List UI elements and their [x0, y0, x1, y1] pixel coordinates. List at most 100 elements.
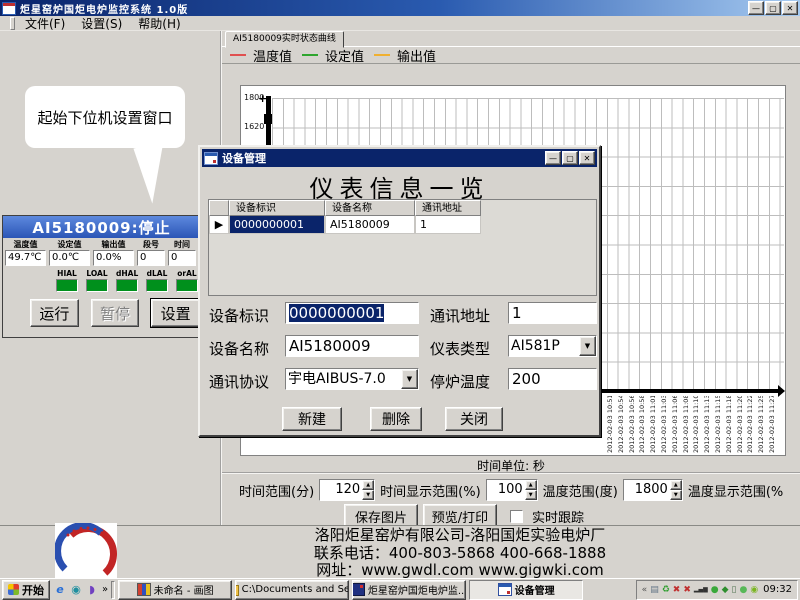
shield-icon[interactable]: ◆ [722, 585, 729, 595]
run-button[interactable]: 运行 [30, 299, 79, 327]
x-tick-label: 2012-02-03 11:18:00 [724, 396, 736, 453]
new-button[interactable]: 新建 [282, 407, 342, 431]
company-logo [55, 523, 117, 579]
footer-text: 洛阳炬星窑炉有限公司-洛阳国炬实验电炉厂 联系电话：400-803-5868 4… [140, 527, 780, 580]
protocol-value: 宇电AIBUS-7.0 [286, 369, 401, 389]
spinner-0[interactable]: 120▲▼ [319, 479, 375, 501]
network-error-2-icon[interactable]: ✖ [683, 585, 691, 595]
spin-down-icon[interactable]: ▼ [525, 490, 537, 500]
start-button[interactable]: 开始 [2, 580, 50, 600]
delete-button[interactable]: 删除 [370, 407, 422, 431]
alarm-label: orAL [176, 269, 198, 278]
media-player-icon[interactable]: ◉ [69, 583, 83, 597]
chevron-down-icon[interactable]: ▼ [579, 336, 596, 356]
realtime-track-label: 实时跟踪 [532, 507, 584, 526]
legend-label: 设定值 [325, 46, 364, 65]
comm-address-field[interactable]: 1 [508, 302, 597, 324]
tab-realtime-curve[interactable]: AI5180009实时状态曲线 [225, 31, 344, 48]
minimize-icon[interactable]: — [748, 1, 764, 15]
spin-up-icon[interactable]: ▲ [362, 480, 374, 490]
alarm-orAL: orAL [176, 269, 198, 292]
messenger-green-icon[interactable]: ● [739, 585, 747, 595]
ie-icon[interactable]: e [53, 583, 67, 597]
alarm-indicator [56, 279, 78, 292]
dialog-minimize-icon[interactable]: — [545, 151, 561, 165]
stop-temp-field[interactable]: 200 [508, 368, 597, 390]
legend-label: 温度值 [253, 46, 292, 65]
footer-website: 网址：www.gwdl.com www.gigwki.com [140, 562, 780, 580]
chevron-down-icon[interactable]: ▼ [401, 369, 418, 389]
menu-grip [10, 17, 15, 30]
tray-icons: ▤♻✖✖▂▄▆●◆▯●◉ [650, 585, 758, 595]
tray-chevron-icon[interactable]: « [642, 585, 648, 595]
messenger-icon[interactable]: ◗ [85, 583, 99, 597]
callout-tail [133, 141, 177, 205]
meter-type-select[interactable]: AI581P ▼ [508, 335, 597, 357]
task-button-1[interactable]: C:\Documents and Se... [235, 580, 349, 600]
table-row[interactable]: ▶0000000001AI51800091 [209, 216, 596, 234]
table-cell-0[interactable]: 0000000001 [229, 216, 325, 234]
alarm-indicator [176, 279, 198, 292]
table-cell-1[interactable]: AI5180009 [325, 216, 415, 234]
callout-text: 起始下位机设置窗口 [37, 107, 172, 128]
close-button[interactable]: 关闭 [445, 407, 503, 431]
spin-up-icon[interactable]: ▲ [525, 480, 537, 490]
spinner-1[interactable]: 100▲▼ [486, 479, 538, 501]
spinner-2[interactable]: 1800▲▼ [623, 479, 683, 501]
dialog-maximize-icon[interactable]: ▢ [562, 151, 578, 165]
dialog-close-icon[interactable]: ✕ [579, 151, 595, 165]
dialog-form-icon [204, 152, 218, 165]
taskbar: 开始 e◉◗ » 未命名 - 画图C:\Documents and Se...炬… [0, 578, 800, 600]
col-header-1[interactable]: 设备名称 [325, 200, 415, 216]
dialog-titlebar[interactable]: 设备管理 — ▢ ✕ [202, 149, 597, 167]
battery-icon[interactable]: ▯ [732, 585, 737, 595]
status-field-label: 设定值 [49, 240, 90, 250]
menu-item-2[interactable]: 帮助(H) [138, 15, 180, 32]
legend-dash-icon [302, 54, 318, 56]
quick-launch-chevron-icon[interactable]: » [102, 584, 108, 595]
col-header-2[interactable]: 通讯地址 [415, 200, 481, 216]
x-tick-label: 2012-02-03 10:54:00 [616, 396, 628, 453]
show-desktop-icon[interactable]: ▤ [650, 585, 659, 595]
spinner-value: 120 [320, 480, 362, 500]
row-selector-icon[interactable]: ▶ [209, 216, 229, 234]
menu-item-0[interactable]: 文件(F) [25, 15, 65, 32]
spin-up-icon[interactable]: ▲ [670, 480, 682, 490]
close-icon[interactable]: ✕ [782, 1, 798, 15]
table-cell-2[interactable]: 1 [415, 216, 481, 234]
status-field-1: 设定值0.0℃ [49, 240, 90, 266]
chart-legend: 温度值设定值输出值 [222, 46, 800, 64]
realtime-track-checkbox[interactable] [510, 510, 523, 523]
status-field-label: 温度值 [5, 240, 46, 250]
device-id-field[interactable]: 0000000001 [285, 302, 419, 324]
task-button-2[interactable]: 炬星窑炉国炬电炉监... [352, 580, 466, 600]
menu-item-1[interactable]: 设置(S) [81, 15, 122, 32]
taskbar-clock[interactable]: 09:32 [763, 584, 792, 595]
spin-down-icon[interactable]: ▼ [670, 490, 682, 500]
protocol-label: 通讯协议 [209, 371, 269, 392]
task-button-0[interactable]: 未命名 - 画图 [118, 580, 232, 600]
protocol-select[interactable]: 宇电AIBUS-7.0 ▼ [285, 368, 419, 390]
col-header-0[interactable]: 设备标识 [229, 200, 325, 216]
dialog-title: 设备管理 [222, 150, 544, 166]
signal-bars-icon[interactable]: ▂▄▆ [694, 585, 708, 595]
task-button-3[interactable]: 设备管理 [469, 580, 583, 600]
security-ball-icon[interactable]: ◉ [750, 585, 758, 595]
alarm-label: dLAL [146, 269, 168, 278]
antivirus-icon[interactable]: ♻ [662, 585, 670, 595]
maximize-icon[interactable]: ▢ [765, 1, 781, 15]
system-tray: « ▤♻✖✖▂▄▆●◆▯●◉ 09:32 [636, 580, 798, 600]
row-selector-header[interactable] [209, 200, 229, 216]
spinner-arrows: ▲▼ [670, 480, 682, 500]
spin-down-icon[interactable]: ▼ [362, 490, 374, 500]
status-field-value: 0 [168, 250, 196, 266]
paint-icon [137, 583, 151, 596]
status-field-value: 0.0℃ [49, 250, 90, 266]
device-status-panel: AI5180009:停止 温度值49.7℃设定值0.0℃输出值0.0%段号0时间… [2, 215, 201, 338]
network-error-icon[interactable]: ✖ [673, 585, 681, 595]
setup-button[interactable]: 设置 [151, 299, 200, 327]
alarm-indicators: HIALLOALdHALdLALorAL [3, 269, 200, 292]
task-label: C:\Documents and Se... [242, 584, 349, 595]
status-green-icon[interactable]: ● [711, 585, 719, 595]
device-name-field[interactable]: AI5180009 [285, 335, 419, 357]
